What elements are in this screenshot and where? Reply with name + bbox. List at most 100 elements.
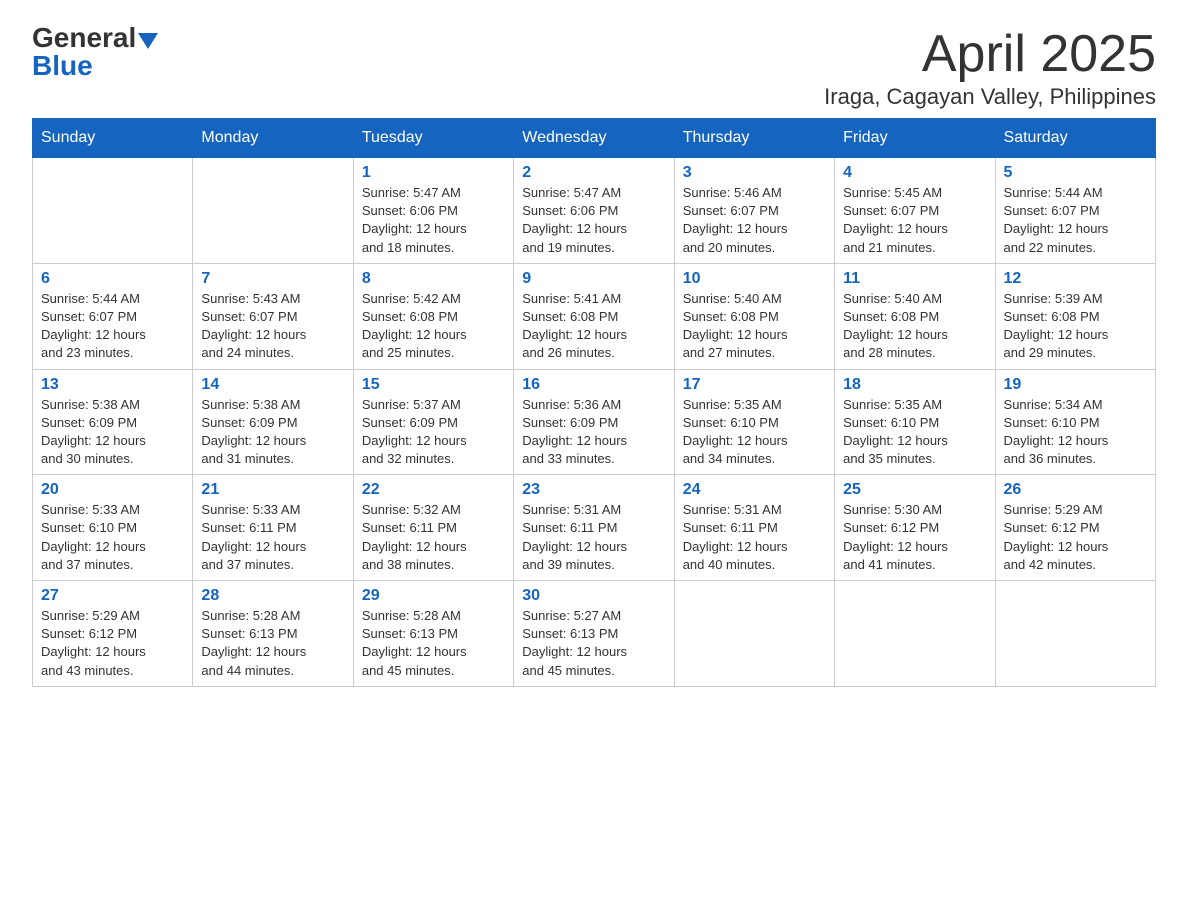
header-monday: Monday: [193, 119, 353, 158]
calendar-cell: 6 Sunrise: 5:44 AMSunset: 6:07 PMDaylight…: [33, 263, 193, 369]
calendar-cell: 21 Sunrise: 5:33 AMSunset: 6:11 PMDayligh…: [193, 475, 353, 581]
day-number: 13: [41, 376, 184, 394]
day-info: Sunrise: 5:37 AMSunset: 6:09 PMDaylight:…: [362, 396, 505, 469]
day-info: Sunrise: 5:35 AMSunset: 6:10 PMDaylight:…: [843, 396, 986, 469]
calendar-cell: 30 Sunrise: 5:27 AMSunset: 6:13 PMDayligh…: [514, 581, 674, 687]
calendar-week-row: 6 Sunrise: 5:44 AMSunset: 6:07 PMDaylight…: [33, 263, 1156, 369]
calendar-cell: 5 Sunrise: 5:44 AMSunset: 6:07 PMDaylight…: [995, 158, 1155, 264]
calendar-cell: 22Sunrise: 5:32 AMSunset: 6:11 PMDayligh…: [353, 475, 513, 581]
day-info: Sunrise: 5:33 AMSunset: 6:11 PMDaylight:…: [201, 501, 344, 574]
calendar-cell: 26 Sunrise: 5:29 AMSunset: 6:12 PMDayligh…: [995, 475, 1155, 581]
calendar-cell: 25 Sunrise: 5:30 AMSunset: 6:12 PMDayligh…: [835, 475, 995, 581]
day-number: 19: [1004, 376, 1147, 394]
page-header: General Blue April 2025 Iraga, Cagayan V…: [32, 24, 1156, 110]
day-number: 20: [41, 481, 184, 499]
day-info: Sunrise: 5:40 AMSunset: 6:08 PMDaylight:…: [843, 290, 986, 363]
day-number: 2: [522, 164, 665, 182]
day-info: Sunrise: 5:35 AMSunset: 6:10 PMDaylight:…: [683, 396, 826, 469]
title-section: April 2025 Iraga, Cagayan Valley, Philip…: [824, 24, 1156, 110]
day-info: Sunrise: 5:31 AMSunset: 6:11 PMDaylight:…: [522, 501, 665, 574]
weekday-header-row: Sunday Monday Tuesday Wednesday Thursday…: [33, 119, 1156, 158]
calendar-cell: 18 Sunrise: 5:35 AMSunset: 6:10 PMDayligh…: [835, 369, 995, 475]
calendar-cell: 24 Sunrise: 5:31 AMSunset: 6:11 PMDayligh…: [674, 475, 834, 581]
calendar-cell: 14Sunrise: 5:38 AMSunset: 6:09 PMDayligh…: [193, 369, 353, 475]
calendar-cell: 12 Sunrise: 5:39 AMSunset: 6:08 PMDayligh…: [995, 263, 1155, 369]
calendar-cell: 10 Sunrise: 5:40 AMSunset: 6:08 PMDayligh…: [674, 263, 834, 369]
calendar-cell: 29Sunrise: 5:28 AMSunset: 6:13 PMDayligh…: [353, 581, 513, 687]
calendar-cell: 4Sunrise: 5:45 AMSunset: 6:07 PMDaylight…: [835, 158, 995, 264]
calendar-cell: 17 Sunrise: 5:35 AMSunset: 6:10 PMDayligh…: [674, 369, 834, 475]
calendar-cell: [193, 158, 353, 264]
calendar-table: Sunday Monday Tuesday Wednesday Thursday…: [32, 118, 1156, 687]
day-number: 6: [41, 270, 184, 288]
calendar-week-row: 20 Sunrise: 5:33 AMSunset: 6:10 PMDayligh…: [33, 475, 1156, 581]
day-info: Sunrise: 5:42 AMSunset: 6:08 PMDaylight:…: [362, 290, 505, 363]
calendar-week-row: 13 Sunrise: 5:38 AMSunset: 6:09 PMDayligh…: [33, 369, 1156, 475]
day-info: Sunrise: 5:31 AMSunset: 6:11 PMDaylight:…: [683, 501, 826, 574]
day-number: 23: [522, 481, 665, 499]
day-number: 9: [522, 270, 665, 288]
day-number: 1: [362, 164, 505, 182]
day-info: Sunrise: 5:36 AMSunset: 6:09 PMDaylight:…: [522, 396, 665, 469]
day-info: Sunrise: 5:34 AMSunset: 6:10 PMDaylight:…: [1004, 396, 1147, 469]
day-info: Sunrise: 5:30 AMSunset: 6:12 PMDaylight:…: [843, 501, 986, 574]
day-info: Sunrise: 5:45 AMSunset: 6:07 PMDaylight:…: [843, 184, 986, 257]
day-info: Sunrise: 5:27 AMSunset: 6:13 PMDaylight:…: [522, 607, 665, 680]
day-number: 22: [362, 481, 505, 499]
day-number: 21: [201, 481, 344, 499]
calendar-week-row: 27 Sunrise: 5:29 AMSunset: 6:12 PMDayligh…: [33, 581, 1156, 687]
day-info: Sunrise: 5:39 AMSunset: 6:08 PMDaylight:…: [1004, 290, 1147, 363]
day-info: Sunrise: 5:41 AMSunset: 6:08 PMDaylight:…: [522, 290, 665, 363]
header-sunday: Sunday: [33, 119, 193, 158]
calendar-cell: 16Sunrise: 5:36 AMSunset: 6:09 PMDayligh…: [514, 369, 674, 475]
day-number: 10: [683, 270, 826, 288]
calendar-cell: 13 Sunrise: 5:38 AMSunset: 6:09 PMDayligh…: [33, 369, 193, 475]
header-saturday: Saturday: [995, 119, 1155, 158]
day-number: 24: [683, 481, 826, 499]
logo: General Blue: [32, 24, 158, 80]
calendar-header: Sunday Monday Tuesday Wednesday Thursday…: [33, 119, 1156, 158]
day-info: Sunrise: 5:29 AMSunset: 6:12 PMDaylight:…: [41, 607, 184, 680]
day-number: 3: [683, 164, 826, 182]
day-number: 25: [843, 481, 986, 499]
day-info: Sunrise: 5:28 AMSunset: 6:13 PMDaylight:…: [201, 607, 344, 680]
day-info: Sunrise: 5:43 AMSunset: 6:07 PMDaylight:…: [201, 290, 344, 363]
logo-blue: Blue: [32, 52, 93, 80]
header-friday: Friday: [835, 119, 995, 158]
day-number: 15: [362, 376, 505, 394]
calendar-cell: 7 Sunrise: 5:43 AMSunset: 6:07 PMDaylight…: [193, 263, 353, 369]
calendar-cell: [33, 158, 193, 264]
day-number: 26: [1004, 481, 1147, 499]
day-info: Sunrise: 5:33 AMSunset: 6:10 PMDaylight:…: [41, 501, 184, 574]
day-number: 8: [362, 270, 505, 288]
day-info: Sunrise: 5:38 AMSunset: 6:09 PMDaylight:…: [41, 396, 184, 469]
day-number: 7: [201, 270, 344, 288]
day-info: Sunrise: 5:29 AMSunset: 6:12 PMDaylight:…: [1004, 501, 1147, 574]
day-number: 29: [362, 587, 505, 605]
logo-triangle-icon: [138, 33, 158, 49]
day-info: Sunrise: 5:44 AMSunset: 6:07 PMDaylight:…: [41, 290, 184, 363]
calendar-cell: 11Sunrise: 5:40 AMSunset: 6:08 PMDayligh…: [835, 263, 995, 369]
calendar-cell: [835, 581, 995, 687]
logo-text: General: [32, 24, 158, 52]
header-tuesday: Tuesday: [353, 119, 513, 158]
day-number: 18: [843, 376, 986, 394]
calendar-cell: [674, 581, 834, 687]
month-title: April 2025: [824, 24, 1156, 84]
day-number: 14: [201, 376, 344, 394]
day-number: 17: [683, 376, 826, 394]
day-number: 30: [522, 587, 665, 605]
calendar-cell: 20 Sunrise: 5:33 AMSunset: 6:10 PMDayligh…: [33, 475, 193, 581]
calendar-cell: 8 Sunrise: 5:42 AMSunset: 6:08 PMDaylight…: [353, 263, 513, 369]
logo-general: General: [32, 22, 136, 53]
day-number: 27: [41, 587, 184, 605]
day-info: Sunrise: 5:47 AMSunset: 6:06 PMDaylight:…: [362, 184, 505, 257]
day-info: Sunrise: 5:47 AMSunset: 6:06 PMDaylight:…: [522, 184, 665, 257]
calendar-cell: 9 Sunrise: 5:41 AMSunset: 6:08 PMDaylight…: [514, 263, 674, 369]
location-title: Iraga, Cagayan Valley, Philippines: [824, 84, 1156, 110]
day-number: 5: [1004, 164, 1147, 182]
day-info: Sunrise: 5:44 AMSunset: 6:07 PMDaylight:…: [1004, 184, 1147, 257]
day-number: 12: [1004, 270, 1147, 288]
day-info: Sunrise: 5:40 AMSunset: 6:08 PMDaylight:…: [683, 290, 826, 363]
day-info: Sunrise: 5:46 AMSunset: 6:07 PMDaylight:…: [683, 184, 826, 257]
